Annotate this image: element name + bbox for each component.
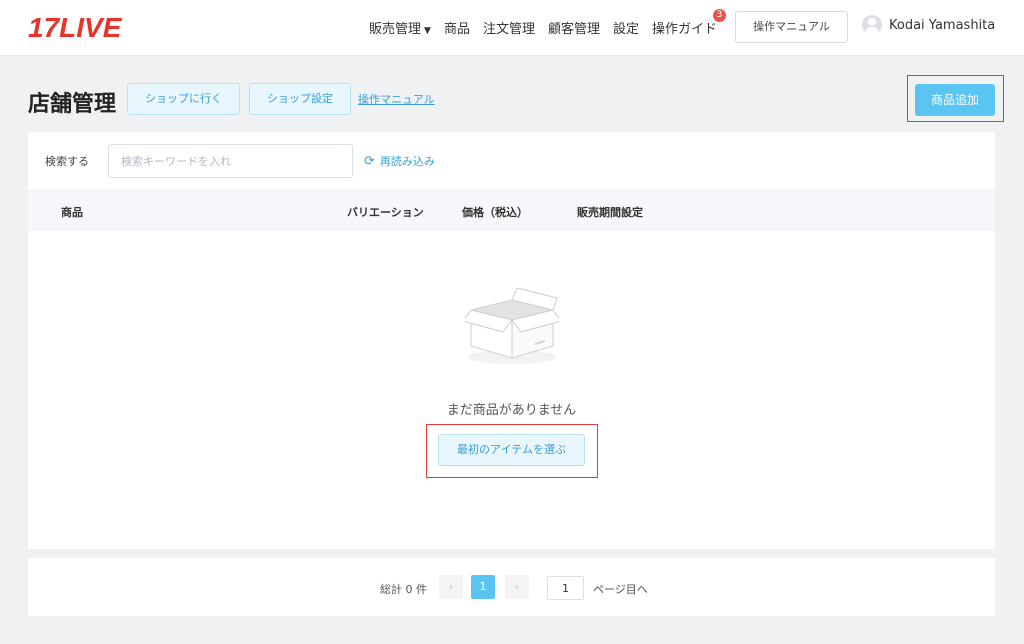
empty-state-text: まだ商品がありません xyxy=(446,403,577,418)
page-1-button[interactable]: 1 xyxy=(471,575,495,599)
product-table: 商品 バリエーション 価格（税込） 販売期間設定 まだ商品がありません xyxy=(28,191,995,549)
operation-manual-button[interactable]: 操作マニュアル xyxy=(735,11,848,43)
reload-button[interactable]: ⟳ 再読み込み xyxy=(364,153,435,169)
column-header-product: 商品 xyxy=(61,206,83,219)
brand-logo[interactable]: 17LIVE xyxy=(28,12,121,44)
goto-page-input[interactable] xyxy=(547,576,584,600)
prev-page-button[interactable]: ‹ xyxy=(439,575,463,599)
column-header-variation: バリエーション xyxy=(347,206,424,219)
nav-item-label: 操作ガイド xyxy=(652,22,718,37)
choose-first-item-button[interactable]: 最初のアイテムを選ぶ xyxy=(438,434,585,466)
search-input[interactable] xyxy=(108,144,353,178)
nav-item-settings[interactable]: 設定 xyxy=(613,18,639,37)
nav-item-label: 販売管理 xyxy=(369,22,422,37)
nav-item-products[interactable]: 商品 xyxy=(444,18,470,37)
shop-settings-button[interactable]: ショップ設定 xyxy=(249,83,351,115)
column-header-price: 価格（税込） xyxy=(462,206,528,219)
nav-item-orders[interactable]: 注文管理 xyxy=(483,18,535,37)
table-header: 商品 バリエーション 価格（税込） 販売期間設定 xyxy=(28,191,995,231)
caret-down-icon: ▼ xyxy=(424,26,431,36)
top-nav-bar: 17LIVE 販売管理 ▼ 商品 注文管理 顧客管理 設定 操作ガイド 3 操作マ… xyxy=(0,0,1024,56)
operation-manual-link[interactable]: 操作マニュアル xyxy=(358,91,435,107)
nav-item-label: 設定 xyxy=(612,22,639,37)
nav-item-operation-guide[interactable]: 操作ガイド 3 xyxy=(652,9,727,37)
avatar-icon xyxy=(862,15,882,35)
nav-item-label: 商品 xyxy=(443,22,470,37)
next-page-button[interactable]: › xyxy=(505,575,529,599)
go-to-shop-button[interactable]: ショップに行く xyxy=(127,83,240,115)
user-name: Kodai Yamashita xyxy=(889,17,996,33)
user-menu[interactable]: Kodai Yamashita xyxy=(862,15,995,35)
goto-page-label: ページ目へ xyxy=(593,583,648,596)
add-product-button[interactable]: 商品追加 xyxy=(915,84,995,116)
reload-label: 再読み込み xyxy=(379,155,435,168)
nav-item-label: 顧客管理 xyxy=(547,22,600,37)
empty-box-icon xyxy=(465,288,559,364)
refresh-icon: ⟳ xyxy=(364,153,375,169)
nav-item-label: 注文管理 xyxy=(482,22,535,37)
main-nav: 販売管理 ▼ 商品 注文管理 顧客管理 設定 操作ガイド 3 xyxy=(369,9,730,37)
pagination: 総計 0 件 ‹ 1 › ページ目へ xyxy=(28,558,995,616)
search-panel: 検索する ⟳ 再読み込み xyxy=(28,132,995,190)
notification-badge: 3 xyxy=(713,9,727,22)
page-title: 店舗管理 xyxy=(28,92,117,117)
column-header-sales-period: 販売期間設定 xyxy=(577,206,643,219)
total-count: 総計 0 件 xyxy=(380,583,427,596)
nav-item-sales-management[interactable]: 販売管理 ▼ xyxy=(369,18,431,37)
search-label: 検索する xyxy=(45,155,89,168)
nav-item-customers[interactable]: 顧客管理 xyxy=(548,18,600,37)
